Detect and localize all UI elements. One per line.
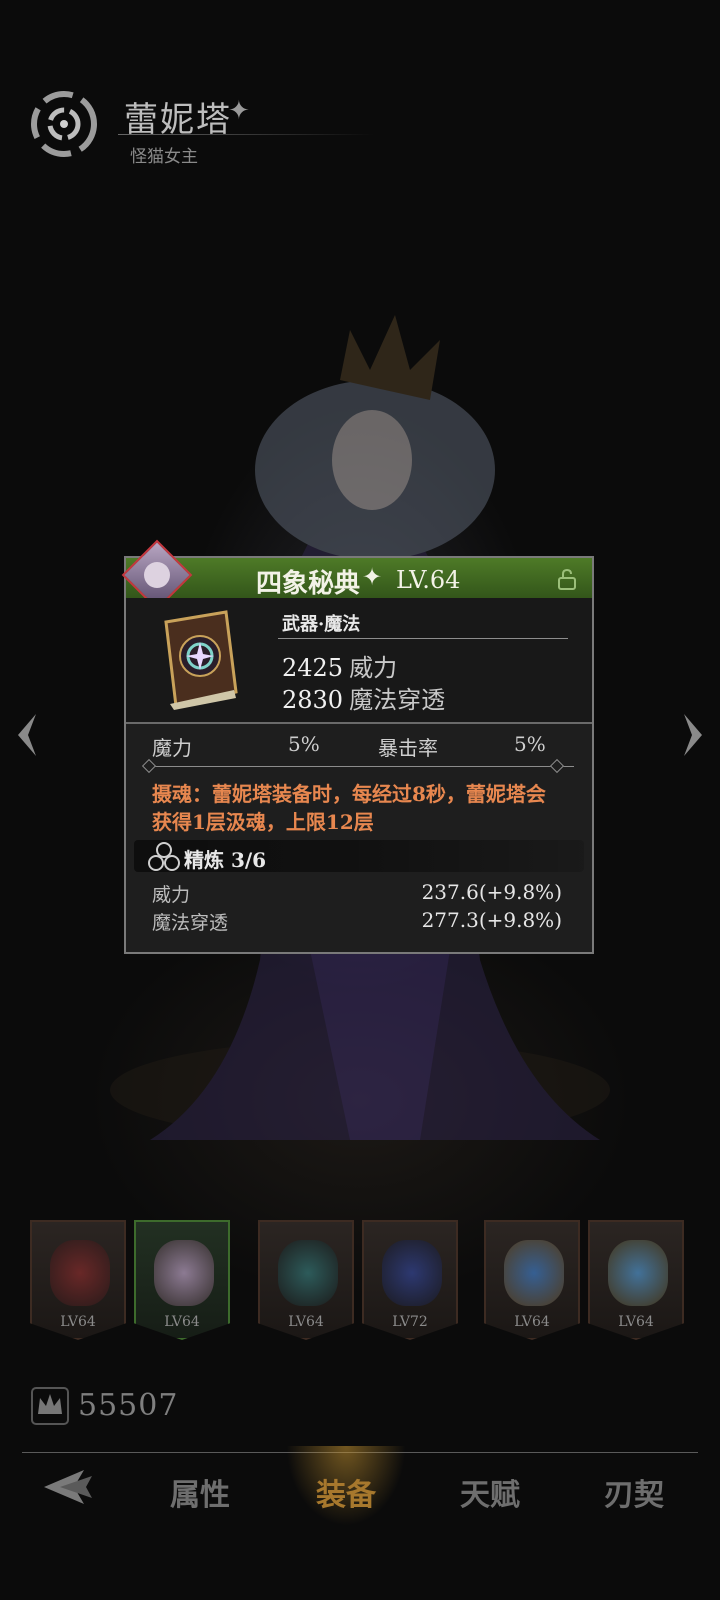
combat-power-value: 55507 (78, 1388, 179, 1423)
robe-icon (382, 1240, 442, 1306)
substat-value: 5% (514, 732, 546, 756)
tome-icon (164, 610, 238, 710)
tab-talent[interactable]: 天赋 (460, 1470, 520, 1514)
item-name: 四象秘典 (256, 569, 361, 599)
equipment-slot-5[interactable]: LV64 (484, 1220, 580, 1340)
refine-row-label: 威力 (152, 884, 191, 906)
ring-icon (504, 1240, 564, 1306)
hero-title: 怪猫女主 (130, 147, 198, 167)
equipment-slot-3[interactable]: LV64 (258, 1220, 354, 1340)
slot-level: LV64 (60, 1314, 96, 1330)
slot-level: LV64 (288, 1314, 324, 1330)
main-stat-label: 魔法穿透 (349, 686, 446, 714)
main-stat-value: 2425 (282, 654, 344, 682)
crown-icon (31, 1387, 69, 1425)
main-stat-label: 威力 (349, 654, 398, 682)
tome-icon (154, 1240, 214, 1306)
divider (278, 638, 568, 639)
equipment-slot-1[interactable]: LV64 (30, 1220, 126, 1340)
item-tooltip: 四象秘典 ✦ LV.64 武器·魔法 2425 威力 2830 魔法穿透 魔力 5%… (121, 539, 594, 954)
item-effect-text: 摄魂：蕾妮塔装备时，每经过8秒，蕾妮塔会获得1层汲魂，上限12层 (152, 782, 546, 834)
equipment-slot-6[interactable]: LV64 (588, 1220, 684, 1340)
refine-row-value: 237.6(+9.8%) (421, 880, 562, 904)
tab-blade-pact[interactable]: 刃契 (604, 1470, 664, 1514)
slot-level: LV64 (164, 1314, 200, 1330)
divider (146, 766, 574, 767)
item-header: 四象秘典 ✦ LV.64 (126, 558, 592, 599)
divider-end (141, 758, 157, 774)
slot-level: LV64 (514, 1314, 550, 1330)
main-stat-power: 2425 威力 (282, 648, 397, 683)
tab-equipment[interactable]: 装备 (316, 1470, 376, 1514)
armor-icon (278, 1240, 338, 1306)
substat-label: 暴击率 (378, 736, 438, 760)
tab-attributes[interactable]: 属性 (170, 1470, 230, 1514)
equipment-slot-4[interactable]: LV72 (362, 1220, 458, 1340)
divider-end (549, 758, 565, 774)
slot-level: LV64 (618, 1314, 654, 1330)
weapon-icon (50, 1240, 110, 1306)
main-stat-value: 2830 (282, 686, 344, 714)
lock-icon[interactable] (556, 568, 578, 590)
equipment-slot-2[interactable]: LV64 (134, 1220, 230, 1340)
substat-label: 魔力 (152, 736, 192, 760)
hero-emblem-icon (31, 91, 97, 157)
back-arrow-icon[interactable] (40, 1466, 96, 1508)
item-type: 武器·魔法 (282, 614, 361, 635)
amulet-icon (608, 1240, 668, 1306)
refine-row-label: 魔法穿透 (152, 912, 229, 934)
refine-icon (148, 842, 180, 871)
substat-value: 5% (288, 732, 320, 756)
refine-row-value: 277.3(+9.8%) (421, 908, 562, 932)
next-arrow-icon[interactable] (680, 712, 706, 758)
main-stat-penetration: 2830 魔法穿透 (282, 680, 445, 715)
refine-label: 精炼 3/6 (184, 848, 267, 872)
slot-level: LV72 (392, 1314, 428, 1330)
prev-arrow-icon[interactable] (14, 712, 40, 758)
item-level: LV.64 (396, 566, 461, 594)
equipment-slots: LV64 LV64 LV64 LV72 LV64 LV64 (30, 1220, 690, 1344)
hero-name-underline (118, 134, 374, 135)
item-info: 武器·魔法 2425 威力 2830 魔法穿透 (126, 598, 592, 724)
star-icon: ✦ (362, 563, 383, 591)
star-icon: ✦ (228, 96, 250, 126)
